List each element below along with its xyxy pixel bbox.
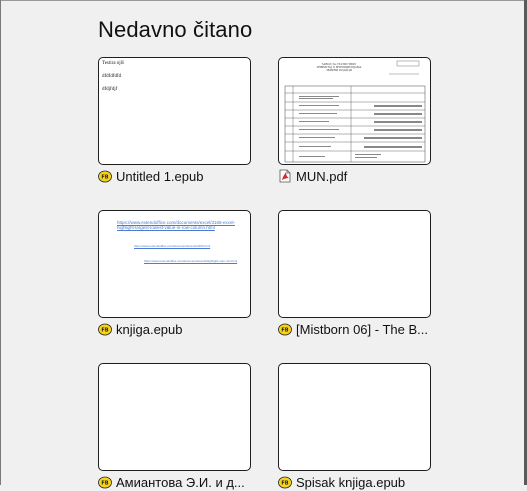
book-thumbnail[interactable]: Testira ojlš dfdfdfdfd dfdjfdjf <box>98 57 251 165</box>
fb-reader-epub-icon: FB <box>278 323 292 336</box>
book-file-name: Spisak knjiga.epub <box>296 474 406 490</box>
fb-reader-epub-icon: FB <box>98 476 112 489</box>
page-title: Nedavno čitano <box>98 17 253 42</box>
svg-text:FB: FB <box>281 481 288 487</box>
book-file-name: [Mistborn 06] - The B... <box>296 321 428 337</box>
fb-reader-epub-icon: FB <box>98 323 112 336</box>
book-thumbnail[interactable] <box>278 210 431 318</box>
svg-text:FB: FB <box>101 481 108 487</box>
thumbnail-link: https://www.extendoffice.com/documents/e… <box>117 220 235 230</box>
svg-text:FB: FB <box>101 175 108 181</box>
svg-text:FB: FB <box>281 328 288 334</box>
book-thumbnail[interactable]: ЗАВОД ЗА СТАТИСТИКУ ИЗВЕШТАЈ О МУНИЦИПИЈ… <box>278 57 431 165</box>
book-thumbnail[interactable] <box>98 363 251 471</box>
fb-reader-epub-icon: FB <box>98 170 112 183</box>
book-file-name: Амиантова Э.И. и д... <box>116 474 245 490</box>
svg-text:FB: FB <box>101 328 108 334</box>
book-file-name: knjiga.epub <box>116 321 183 337</box>
pdf-file-icon <box>279 169 291 183</box>
fb-reader-epub-icon: FB <box>278 476 292 489</box>
pdf-table-preview: ЗАВОД ЗА СТАТИСТИКУ ИЗВЕШТАЈ О МУНИЦИПИЈ… <box>284 60 426 163</box>
window-top-border <box>0 0 527 1</box>
book-caption[interactable]: FB Untitled 1.epub <box>98 167 258 185</box>
book-thumbnail[interactable]: https://www.extendoffice.com/documents/e… <box>98 210 251 318</box>
book-caption[interactable]: FB knjiga.epub <box>98 320 258 338</box>
book-caption[interactable]: FB Амиантова Э.И. и д... <box>98 473 258 491</box>
book-caption[interactable]: FB [Mistborn 06] - The B... <box>278 320 438 338</box>
thumbnail-preview-text: Testira ojlš dfdfdfdfd dfdjfdjf <box>102 61 125 92</box>
thumbnail-link: https://www.extendoffice.com/documents/e… <box>144 259 238 263</box>
window-left-border <box>0 0 1 485</box>
thumbnail-meta: · · · <box>117 233 122 237</box>
book-thumbnail[interactable] <box>278 363 431 471</box>
svg-text:ЗБИРНИ ПОДАЦИ: ЗБИРНИ ПОДАЦИ <box>326 68 353 72</box>
thumbnail-link: https://www.extendoffice.com/documents/e… <box>134 244 211 248</box>
book-file-name: MUN.pdf <box>296 168 348 184</box>
book-caption[interactable]: FB Spisak knjiga.epub <box>278 473 438 491</box>
book-file-name: Untitled 1.epub <box>116 168 204 184</box>
book-caption[interactable]: MUN.pdf <box>278 167 438 185</box>
